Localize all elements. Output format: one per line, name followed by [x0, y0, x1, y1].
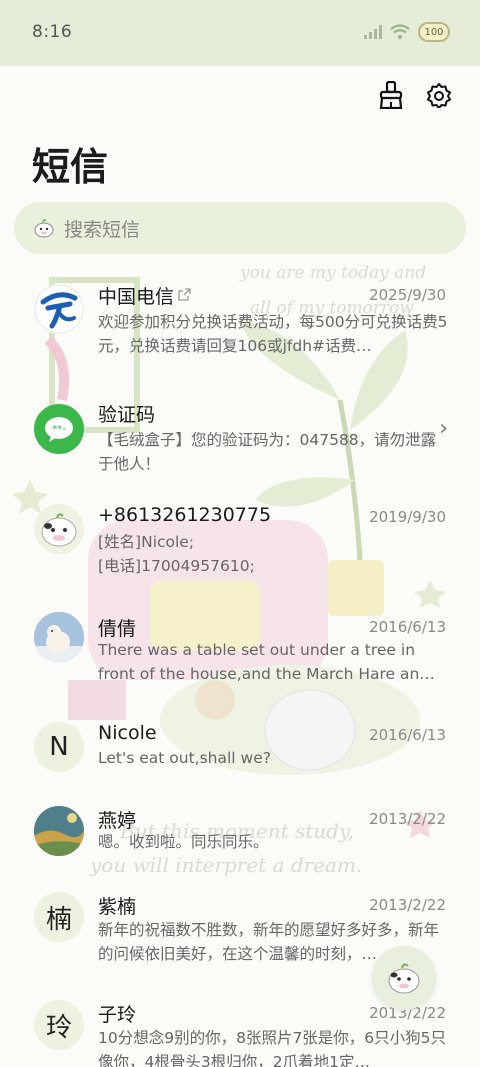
- cow-avatar-icon: [41, 513, 77, 547]
- conversation-item-qianqian[interactable]: 倩倩 2016/6/13 There was a table set out u…: [0, 612, 480, 722]
- signal-icon: [364, 25, 382, 39]
- wifi-icon: [390, 24, 410, 39]
- cow-compose-icon: [388, 963, 420, 994]
- avatar: [34, 612, 84, 662]
- message-bubble-icon: **-: [45, 417, 73, 442]
- avatar: 楠: [34, 892, 84, 942]
- page-title: 短信: [32, 145, 109, 189]
- conversation-item-yanting[interactable]: 燕婷 2013/2/22 嗯。收到啦。同乐同乐。: [0, 806, 480, 886]
- external-link-icon: [178, 288, 191, 301]
- compose-button[interactable]: [372, 946, 436, 1010]
- conversation-preview: [姓名]Nicole; [电话]17004957610;: [98, 533, 255, 575]
- conversation-item-china-telecom[interactable]: 中国电信 2025/9/30 欢迎参加积分兑换话费活动，每500分可兑换话费5元…: [0, 270, 480, 380]
- avatar: [34, 284, 84, 334]
- brush-icon: [379, 81, 403, 109]
- conversation-name: Nicole: [98, 722, 157, 744]
- conversation-name: 倩倩: [98, 618, 137, 640]
- conversation-item-phone-number[interactable]: +8613261230775 2019/9/30 [姓名]Nicole; [电话…: [0, 502, 480, 612]
- conversation-item-ziling[interactable]: 玲 子玲 2013/2/22 10分想念9别的你，8张照片7张是你，6只小狗5只…: [0, 1000, 480, 1067]
- cow-search-icon: [34, 218, 54, 238]
- avatar: [34, 806, 84, 856]
- conversation-date: 2013/2/22: [369, 896, 446, 914]
- gear-icon: [427, 83, 451, 108]
- landscape-photo-icon: [34, 806, 84, 856]
- status-time: 8:16: [32, 22, 73, 42]
- search-placeholder: 搜索短信: [64, 218, 141, 241]
- conversation-preview: There was a table set out under a tree i…: [98, 641, 435, 683]
- conversation-name: 燕婷: [98, 810, 137, 832]
- conversation-name: 验证码: [98, 404, 156, 426]
- conversation-date: 2019/9/30: [369, 508, 446, 526]
- clean-brush-button[interactable]: [376, 80, 406, 110]
- svg-text:**-: **-: [52, 424, 66, 435]
- status-icons: 100: [364, 22, 450, 42]
- conversation-name: 紫楠: [98, 896, 137, 918]
- avatar: **-: [34, 404, 84, 454]
- conversation-preview: 【毛绒盒子】您的验证码为：047588，请勿泄露于他人！: [98, 431, 437, 473]
- china-telecom-logo-icon: [34, 284, 84, 334]
- battery-icon: 100: [418, 22, 450, 42]
- settings-button[interactable]: [424, 80, 454, 110]
- conversation-preview: 欢迎参加积分兑换话费活动，每500分可兑换话费5元，兑换话费请回复106或jfd…: [98, 313, 448, 355]
- conversation-date: 2016/6/13: [369, 726, 446, 744]
- status-bar: 8:16 100: [0, 0, 480, 66]
- conversation-name: 中国电信: [98, 282, 191, 309]
- conversation-name: +8613261230775: [98, 504, 272, 526]
- conversation-item-nicole[interactable]: N Nicole 2016/6/13 Let's eat out,shall w…: [0, 722, 480, 802]
- avatar: 玲: [34, 1000, 84, 1050]
- conversation-date: 2016/6/13: [369, 618, 446, 636]
- conversation-preview: 10分想念9别的你，8张照片7张是你，6只小狗5只像你，4根骨头3根归你，2爪着…: [98, 1029, 447, 1067]
- top-actions: [376, 80, 454, 110]
- conversation-item-verification-code[interactable]: **- 验证码 › 【毛绒盒子】您的验证码为：047588，请勿泄露于他人！: [0, 388, 480, 498]
- search-bar[interactable]: 搜索短信: [14, 202, 466, 254]
- conversation-date: 2025/9/30: [369, 286, 446, 304]
- avatar: [34, 504, 84, 554]
- conversation-preview: Let's eat out,shall we?: [98, 749, 271, 767]
- avatar: N: [34, 722, 84, 772]
- conversation-preview: 嗯。收到啦。同乐同乐。: [98, 833, 269, 851]
- conversation-name: 子玲: [98, 1004, 137, 1026]
- conversation-date: 2013/2/22: [369, 810, 446, 828]
- polar-bear-photo-icon: [34, 612, 84, 662]
